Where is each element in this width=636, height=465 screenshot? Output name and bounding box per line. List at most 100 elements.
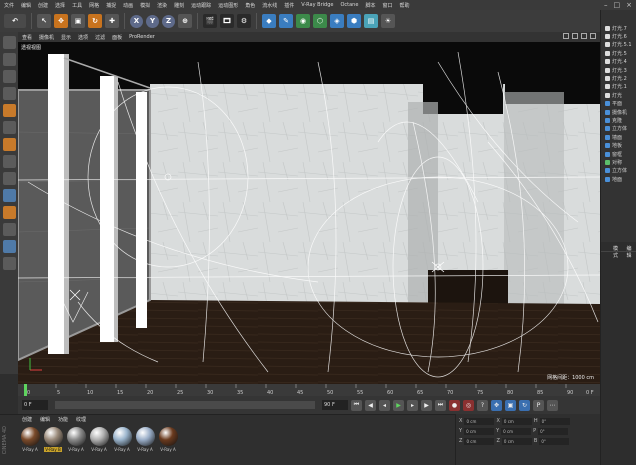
object-list-item[interactable]: 灯光.5 <box>601 49 636 57</box>
move-tool-icon[interactable]: ✥ <box>54 14 68 28</box>
render-view-icon[interactable]: 🎬 <box>203 14 217 28</box>
camera-icon[interactable]: ▤ <box>364 14 378 28</box>
close-icon[interactable]: × <box>626 1 632 9</box>
next-frame-icon[interactable]: ▸ <box>407 399 418 411</box>
material-menu-item[interactable]: 创建 <box>22 416 32 425</box>
render-settings-icon[interactable]: ⚙ <box>237 14 251 28</box>
parameter-key-icon[interactable]: P <box>533 399 544 411</box>
position-key-icon[interactable]: ✥ <box>491 399 502 411</box>
material-menu-item[interactable]: 编辑 <box>40 416 50 425</box>
menu-item[interactable]: 网格 <box>89 2 99 9</box>
menu-item[interactable]: 流水线 <box>262 2 277 9</box>
menu-item[interactable]: 角色 <box>245 2 255 9</box>
playhead[interactable] <box>24 384 27 396</box>
maximize-icon[interactable]: □ <box>614 1 621 9</box>
rotate-view-icon[interactable] <box>581 33 587 39</box>
model-mode-icon[interactable] <box>2 53 16 66</box>
material-swatch[interactable]: V-Ray A <box>89 427 109 452</box>
menu-item[interactable]: 帮助 <box>399 2 409 9</box>
object-list-item[interactable]: 墙面 <box>601 133 636 141</box>
select-tool-icon[interactable]: ↖ <box>37 14 51 28</box>
x-axis-toggle[interactable]: X <box>130 14 143 28</box>
object-list-item[interactable]: 立方体 <box>601 167 636 175</box>
object-list-item[interactable]: 灯光.5.1 <box>601 41 636 49</box>
viewport-menu-item[interactable]: 查看 <box>22 34 32 41</box>
object-list-item[interactable]: 摄像机 <box>601 108 636 116</box>
position-field[interactable]: 0 cm <box>464 437 495 445</box>
object-list-item[interactable]: 灯光.2 <box>601 74 636 82</box>
attribute-menu-item[interactable]: 模式 <box>613 245 623 259</box>
scale-tool-icon[interactable]: ▣ <box>71 14 85 28</box>
previous-frame-icon[interactable]: ◂ <box>379 399 390 411</box>
viewport-menu-item[interactable]: 面板 <box>112 34 122 41</box>
menu-item[interactable]: 创建 <box>38 2 48 9</box>
cloner-icon[interactable]: ⬡ <box>313 14 327 28</box>
position-field[interactable]: 0 cm <box>464 417 495 425</box>
rotate-tool-icon[interactable]: ↻ <box>88 14 102 28</box>
tweak-mode-icon[interactable] <box>2 172 16 185</box>
attribute-menu-item[interactable]: 编辑 <box>627 245 636 259</box>
toggle-view-icon[interactable] <box>590 33 596 39</box>
size-field[interactable]: 0 cm <box>501 427 532 435</box>
viewport-menu-item[interactable]: ProRender <box>129 34 155 40</box>
size-field[interactable]: 0 cm <box>501 417 532 425</box>
menu-item[interactable]: 窗口 <box>382 2 392 9</box>
menu-item[interactable]: 脚本 <box>365 2 375 9</box>
point-level-key-icon[interactable]: ⋯ <box>547 399 558 411</box>
menu-item[interactable]: 选择 <box>55 2 65 9</box>
object-list-item[interactable]: 克隆 <box>601 116 636 124</box>
scene-render[interactable] <box>18 42 600 384</box>
points-mode-icon[interactable] <box>2 104 16 117</box>
menu-item[interactable]: 运动图形 <box>218 2 238 9</box>
menu-item[interactable]: 插件 <box>284 2 294 9</box>
material-swatch[interactable]: V-Ray A <box>135 427 155 452</box>
object-list-item[interactable]: 灯光.4 <box>601 58 636 66</box>
menu-item[interactable]: 运动跟踪 <box>191 2 211 9</box>
subdivision-icon[interactable]: ◉ <box>296 14 310 28</box>
axis-mode-icon[interactable] <box>2 155 16 168</box>
viewport-menu-item[interactable]: 显示 <box>61 34 71 41</box>
menu-item[interactable]: 编辑 <box>21 2 31 9</box>
menu-item[interactable]: 捕捉 <box>106 2 116 9</box>
object-list-item[interactable]: 灯光.6 <box>601 32 636 40</box>
object-list-item[interactable]: 灯光 <box>601 91 636 99</box>
minimize-icon[interactable]: – <box>604 1 608 9</box>
coordinate-system-icon[interactable]: ⊕ <box>178 14 192 28</box>
menu-item[interactable]: 模拟 <box>140 2 150 9</box>
viewport-menu-item[interactable]: 摄像机 <box>39 34 54 41</box>
rotation-key-icon[interactable]: ↻ <box>519 399 530 411</box>
menu-item[interactable]: 文件 <box>4 2 14 9</box>
lock-workplane-icon[interactable] <box>2 206 16 219</box>
deformer-icon[interactable]: ◈ <box>330 14 344 28</box>
material-swatch[interactable]: V-Ray B <box>43 427 63 452</box>
pen-spline-icon[interactable]: ✎ <box>279 14 293 28</box>
rotation-field[interactable]: 0° <box>539 417 570 425</box>
brush-icon[interactable] <box>2 257 16 270</box>
start-frame-field[interactable]: 0 F <box>22 400 48 410</box>
object-list-item[interactable]: 灯光.7 <box>601 24 636 32</box>
object-list-item[interactable]: 对称 <box>601 158 636 166</box>
menu-item[interactable]: 动画 <box>123 2 133 9</box>
undo-button[interactable]: ↶ <box>4 14 26 28</box>
menu-item[interactable]: 渲染 <box>157 2 167 9</box>
move-view-icon[interactable] <box>563 33 569 39</box>
object-list-item[interactable]: 灯光.1 <box>601 83 636 91</box>
menu-item[interactable]: Octane <box>340 2 358 8</box>
record-icon[interactable]: ● <box>449 399 460 411</box>
go-to-start-icon[interactable]: ⏮ <box>351 399 362 411</box>
timeline-ruler[interactable]: 0 5 10 15 20 25 30 35 40 45 50 55 60 65 70 75 80 85 90 0 F <box>18 384 600 396</box>
auto-key-icon[interactable]: ◎ <box>463 399 474 411</box>
position-field[interactable]: 0 cm <box>464 427 495 435</box>
polygons-mode-icon[interactable] <box>2 138 16 151</box>
snapping-icon[interactable] <box>2 189 16 202</box>
object-list-item[interactable]: 地板 <box>601 141 636 149</box>
edges-mode-icon[interactable] <box>2 121 16 134</box>
cube-primitive-icon[interactable]: ◆ <box>262 14 276 28</box>
next-key-icon[interactable]: ▶ <box>421 399 432 411</box>
z-axis-toggle[interactable]: Z <box>162 14 175 28</box>
material-swatch[interactable]: V-Ray A <box>66 427 86 452</box>
object-list-item[interactable]: 地面 <box>601 175 636 183</box>
material-menu-item[interactable]: 功能 <box>58 416 68 425</box>
make-editable-icon[interactable] <box>2 36 16 49</box>
scale-key-icon[interactable]: ▣ <box>505 399 516 411</box>
